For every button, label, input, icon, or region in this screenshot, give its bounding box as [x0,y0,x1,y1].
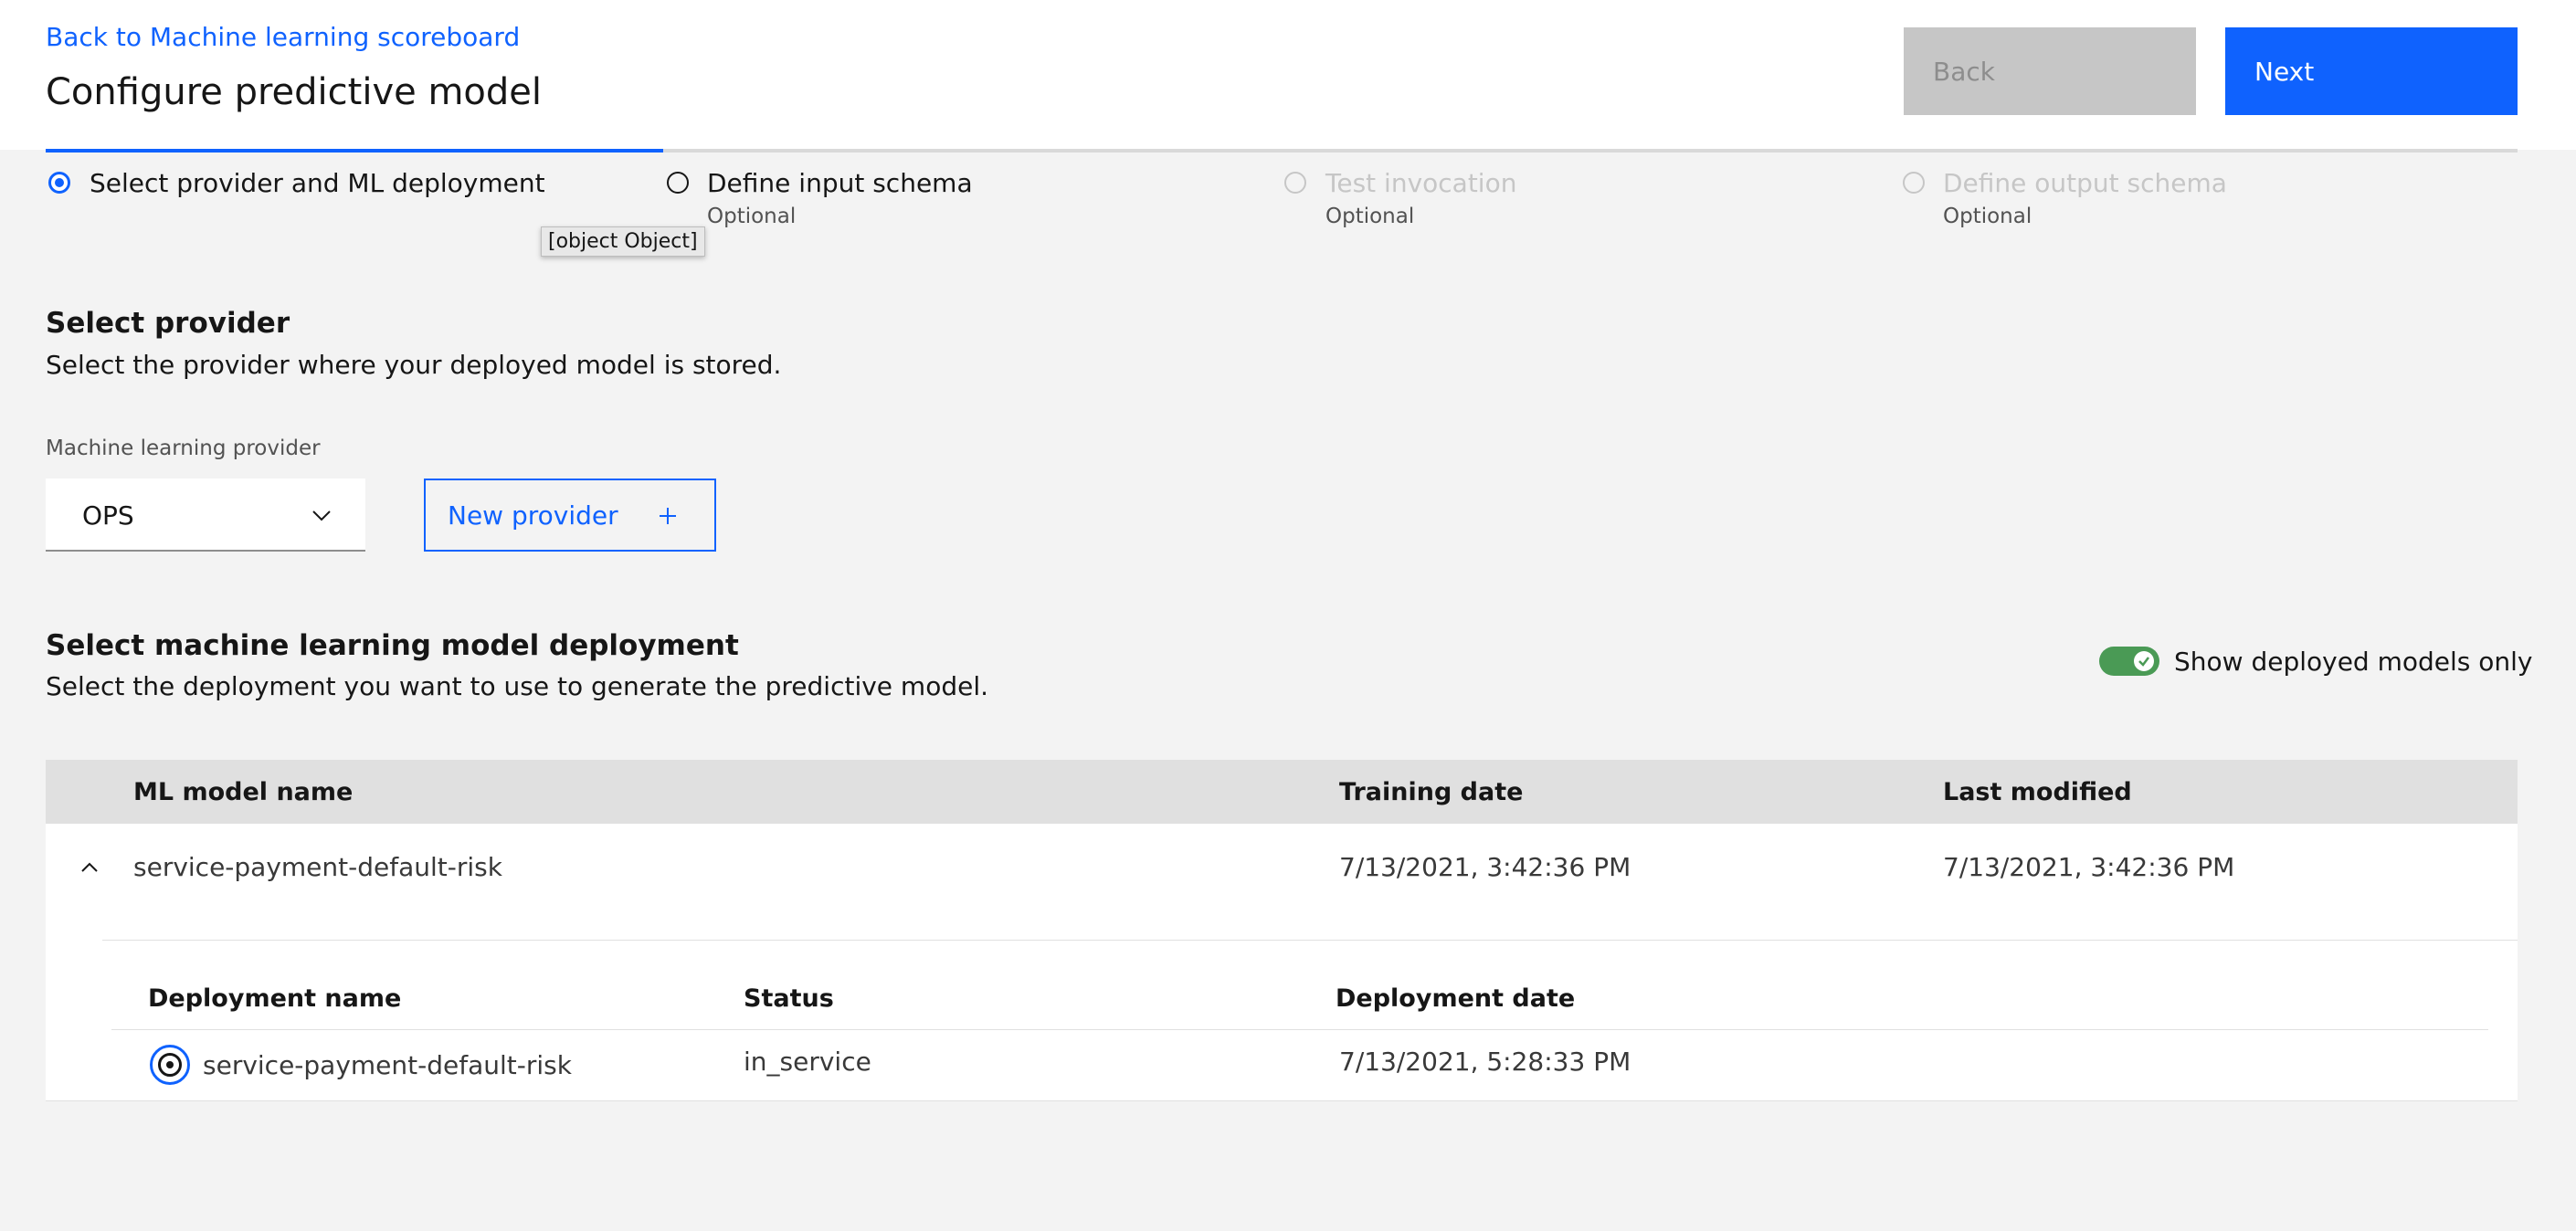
column-header-deployment-date: Deployment date [1336,984,1576,1013]
step-define-output-schema: Define output schema [1943,168,2227,198]
step-optional-label: Optional [1943,205,2032,228]
back-to-scoreboard-link[interactable]: Back to Machine learning scoreboard [46,22,520,52]
column-header-deployment-name: Deployment name [148,984,402,1013]
plus-icon [660,508,676,524]
deployments-header-divider [111,1029,2488,1030]
step-define-input-schema[interactable]: Define input schema [707,168,973,198]
page-title: Configure predictive model [46,71,542,113]
column-header-last-modified[interactable]: Last modified [1943,778,2132,806]
select-deployment-description: Select the deployment you want to use to… [46,671,989,701]
back-button[interactable]: Back [1904,27,2196,115]
radio-inner-ring [158,1053,182,1077]
models-table-header [46,760,2518,824]
next-button[interactable]: Next [2225,27,2518,115]
toggle-knob [2134,651,2154,671]
step-optional-label: Optional [1325,205,1415,228]
provider-dropdown-value: OPS [82,500,134,531]
checkmark-icon [2138,657,2149,667]
select-provider-heading: Select provider [46,307,290,340]
select-deployment-heading: Select machine learning model deployment [46,629,739,662]
column-header-ml-model-name[interactable]: ML model name [133,778,353,806]
radio-selected-dot [166,1061,174,1068]
column-header-training-date[interactable]: Training date [1339,778,1523,806]
tooltip: [object Object] [541,226,705,257]
chevron-down-icon [312,510,331,521]
step-disabled-icon [1903,172,1925,194]
training-date-cell: 7/13/2021, 3:42:36 PM [1339,852,1631,882]
select-provider-description: Select the provider where your deployed … [46,350,782,380]
show-deployed-toggle-label: Show deployed models only [2174,647,2533,677]
new-provider-button[interactable]: New provider [424,479,716,552]
deployment-radio-button[interactable] [150,1045,190,1085]
model-name-cell: service-payment-default-risk [133,852,502,882]
last-modified-cell: 7/13/2021, 3:42:36 PM [1943,852,2235,882]
step-current-icon [48,172,70,194]
expanded-row-divider [102,940,2518,941]
deployment-status-cell: in_service [744,1047,871,1077]
step-optional-label: Optional [707,205,797,228]
provider-field-label: Machine learning provider [46,437,321,460]
provider-dropdown[interactable]: OPS [46,479,365,552]
step-disabled-icon [1284,172,1306,194]
step-select-provider[interactable]: Select provider and ML deployment [90,168,545,198]
column-header-status: Status [744,984,834,1013]
show-deployed-toggle[interactable] [2099,647,2159,676]
deployment-date-cell: 7/13/2021, 5:28:33 PM [1339,1047,1631,1077]
chevron-up-icon[interactable] [79,857,100,879]
progress-active-segment [46,149,663,153]
deployment-name-cell: service-payment-default-risk [203,1050,572,1080]
step-test-invocation: Test invocation [1325,168,1517,198]
step-incomplete-icon [667,172,689,194]
new-provider-label: New provider [448,500,618,531]
